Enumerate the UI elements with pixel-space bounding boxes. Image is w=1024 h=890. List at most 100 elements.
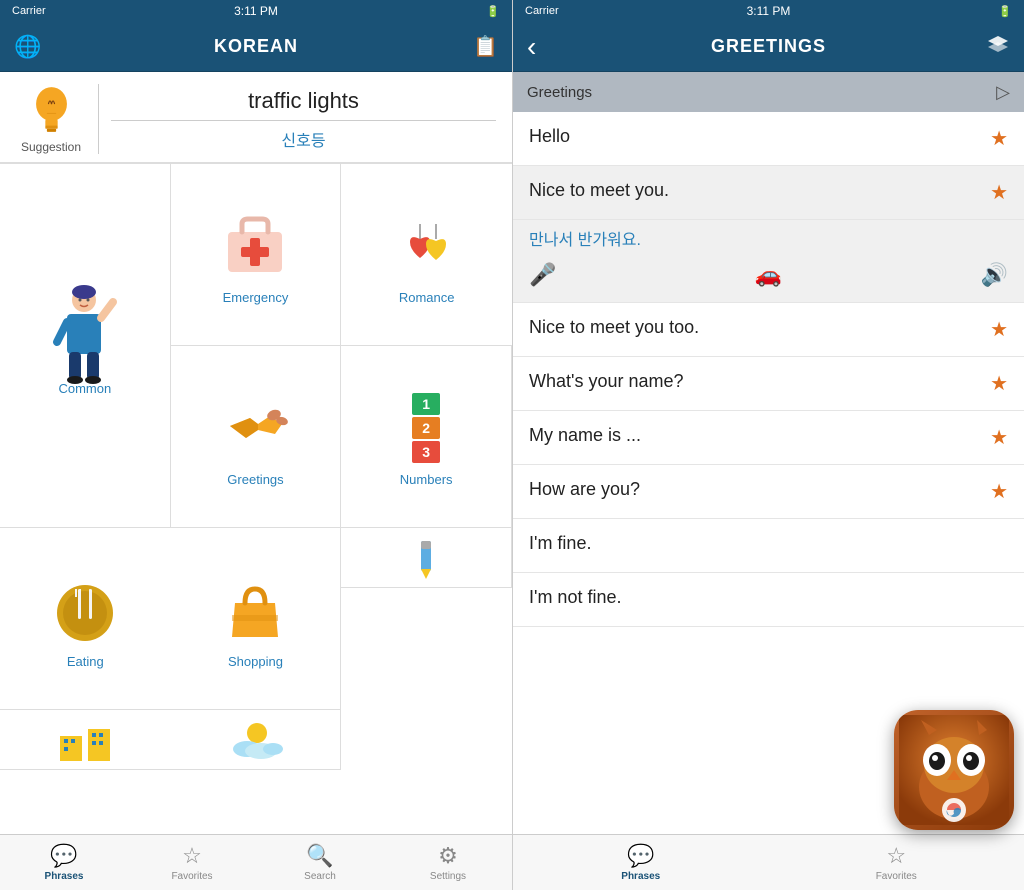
- cat-buildings[interactable]: [0, 710, 171, 770]
- phrase-hello-star[interactable]: ★: [990, 126, 1008, 151]
- section-header: Greetings ▷: [513, 72, 1024, 112]
- nav-bar-right: ‹ GREETINGS: [513, 22, 1024, 72]
- suggestion-word: traffic lights: [248, 88, 359, 114]
- cat-numbers-label: Numbers: [400, 472, 453, 487]
- settings-icon-left: ⚙: [438, 843, 458, 869]
- tab-search-label-left: Search: [304, 871, 336, 882]
- microphone-icon[interactable]: 🎤: [529, 262, 556, 288]
- phrase-im-fine-text: I'm fine.: [529, 533, 980, 554]
- bulb-icon: [24, 84, 79, 138]
- suggestion-horiz-divider: [111, 120, 496, 121]
- numbers-icon: 1 2 3: [386, 388, 466, 468]
- car-icon[interactable]: 🚗: [755, 262, 782, 288]
- suggestion-text-area[interactable]: traffic lights 신호등: [111, 88, 496, 151]
- phrase-whats-name-text: What's your name?: [529, 371, 980, 392]
- eating-icon: [45, 570, 125, 650]
- tab-phrases-right[interactable]: 💬 Phrases: [513, 843, 769, 882]
- battery-left: 🔋: [486, 5, 500, 18]
- cat-weather[interactable]: [171, 710, 342, 770]
- time-right: 3:11 PM: [513, 4, 1024, 18]
- tab-phrases-label-left: Phrases: [45, 871, 84, 882]
- phrase-nice-to-meet[interactable]: Nice to meet you. ★: [513, 166, 1024, 220]
- phrases-icon-right: 💬: [627, 843, 654, 869]
- phrase-im-fine[interactable]: I'm fine. ★: [513, 519, 1024, 573]
- phrase-nice-to-meet-star[interactable]: ★: [990, 180, 1008, 205]
- eating-svg: [50, 575, 120, 645]
- tab-favorites-label-left: Favorites: [171, 871, 212, 882]
- suggestion-icon-container: Suggestion: [16, 84, 86, 154]
- phrase-im-not-fine[interactable]: I'm not fine. ★: [513, 573, 1024, 627]
- phrase-nice-too[interactable]: Nice to meet you too. ★: [513, 303, 1024, 357]
- building-icon: [45, 721, 125, 761]
- shopping-icon: [215, 570, 295, 650]
- cat-romance[interactable]: Romance: [341, 164, 512, 346]
- phrase-whats-name-star[interactable]: ★: [990, 371, 1008, 396]
- sun-cloud-icon: [215, 721, 295, 761]
- app-icon-overlay: [894, 710, 1014, 830]
- phrase-nice-to-meet-expanded: 만나서 반가워요. 🎤 🚗 🔊: [513, 220, 1024, 303]
- suggestion-divider-vert: [98, 84, 99, 154]
- cat-greetings[interactable]: Greetings: [171, 346, 342, 528]
- shopping-svg: [220, 575, 290, 645]
- globe-icon[interactable]: 🌐: [14, 34, 41, 60]
- suggestion-label: Suggestion: [21, 140, 81, 154]
- cat-shopping[interactable]: Shopping: [171, 528, 342, 710]
- phrase-how-are-you-text: How are you?: [529, 479, 980, 500]
- cat-emergency[interactable]: Emergency: [171, 164, 342, 346]
- layers-svg: [986, 34, 1010, 54]
- nav-bar-left: 🌐 KOREAN 📋: [0, 22, 512, 72]
- tab-bar-left: 💬 Phrases ☆ Favorites 🔍 Search ⚙ Setting…: [0, 834, 512, 890]
- back-button[interactable]: ‹: [527, 31, 536, 63]
- play-button[interactable]: ▷: [996, 82, 1010, 103]
- phrase-my-name[interactable]: My name is ... ★: [513, 411, 1024, 465]
- carrier-right: Carrier: [525, 5, 559, 17]
- cat-shopping-label: Shopping: [228, 654, 283, 669]
- cat-pencil[interactable]: [341, 528, 512, 588]
- book-icon[interactable]: 📋: [473, 34, 498, 59]
- greetings-icon: [215, 388, 295, 468]
- left-phone: Carrier 3:11 PM 🔋 🌐 KOREAN 📋 Suggestion …: [0, 0, 512, 890]
- search-icon-left: 🔍: [306, 843, 333, 869]
- emergency-svg: [220, 214, 290, 279]
- cat-eating[interactable]: Eating: [0, 528, 171, 710]
- phrase-im-not-fine-text: I'm not fine.: [529, 587, 980, 608]
- battery-right: 🔋: [998, 5, 1012, 18]
- phrase-actions: 🎤 🚗 🔊: [529, 262, 1008, 288]
- phrase-hello[interactable]: Hello ★: [513, 112, 1024, 166]
- speaker-icon[interactable]: 🔊: [981, 262, 1008, 288]
- phrase-my-name-text: My name is ...: [529, 425, 980, 446]
- time-left: 3:11 PM: [0, 4, 512, 18]
- carrier-left: Carrier: [12, 5, 46, 17]
- cat-common[interactable]: Common: [0, 164, 171, 528]
- cat-greetings-label: Greetings: [227, 472, 283, 487]
- sun-cloud-svg: [225, 721, 285, 761]
- common-icon: [45, 297, 125, 377]
- phrase-how-are-you[interactable]: How are you? ★: [513, 465, 1024, 519]
- num-block-3: 3: [412, 441, 440, 463]
- tab-settings-left[interactable]: ⚙ Settings: [384, 843, 512, 882]
- tab-favorites-left[interactable]: ☆ Favorites: [128, 843, 256, 882]
- category-grid: Common Emergency: [0, 163, 512, 834]
- status-bar-right: Carrier 3:11 PM 🔋: [513, 0, 1024, 22]
- cat-common-label: Common: [58, 381, 111, 396]
- tab-phrases-left[interactable]: 💬 Phrases: [0, 843, 128, 882]
- building-svg: [55, 721, 115, 761]
- favorites-icon-left: ☆: [182, 843, 202, 869]
- emergency-icon: [215, 206, 295, 286]
- owl-icon: [899, 715, 1009, 825]
- phrase-how-are-you-star[interactable]: ★: [990, 479, 1008, 504]
- phrase-my-name-star[interactable]: ★: [990, 425, 1008, 450]
- suggestion-area: Suggestion traffic lights 신호등: [0, 72, 512, 163]
- tab-phrases-label-right: Phrases: [621, 871, 660, 882]
- phrase-whats-name[interactable]: What's your name? ★: [513, 357, 1024, 411]
- tab-bar-right: 💬 Phrases ☆ Favorites: [513, 834, 1024, 890]
- app-icon-inner: [894, 710, 1014, 830]
- num-block-2: 2: [412, 417, 440, 439]
- tab-favorites-right[interactable]: ☆ Favorites: [769, 843, 1024, 882]
- cat-numbers[interactable]: 1 2 3 Numbers: [341, 346, 512, 528]
- phrase-nice-too-star[interactable]: ★: [990, 317, 1008, 342]
- tab-search-left[interactable]: 🔍 Search: [256, 843, 384, 882]
- section-label: Greetings: [527, 84, 592, 101]
- romance-icon: [387, 206, 467, 286]
- layers-icon[interactable]: [986, 34, 1010, 60]
